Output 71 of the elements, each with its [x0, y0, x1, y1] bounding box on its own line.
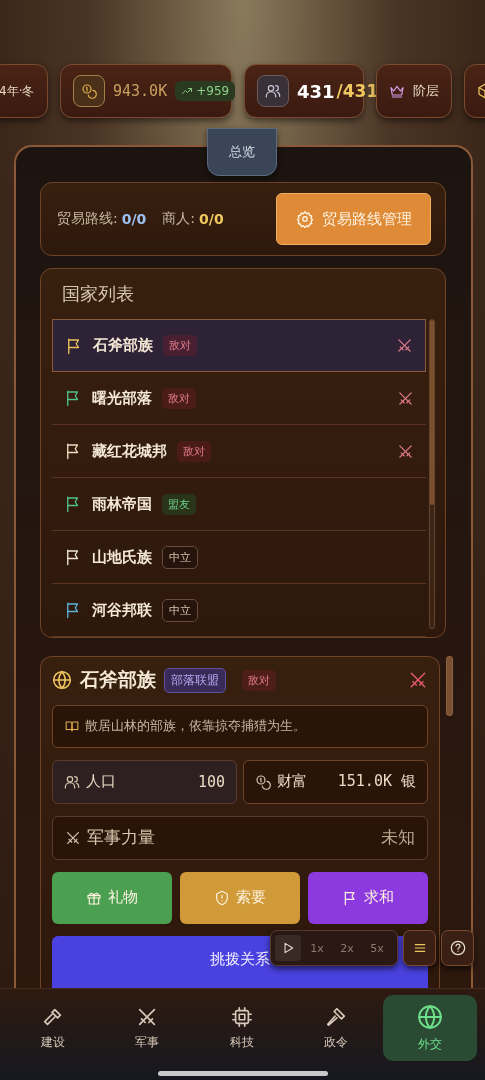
stat-value: 100 — [197, 772, 225, 791]
income-badge: +959 — [175, 81, 236, 101]
class-button[interactable]: 阶层 — [376, 64, 452, 118]
type-tag: 部落联盟 — [164, 667, 226, 693]
nation-name: 河谷邦联 — [92, 600, 152, 620]
nation-row[interactable]: 藏红花城邦 敌对 — [52, 425, 426, 478]
speed-button[interactable]: 2x — [333, 935, 361, 961]
merchants-value: 0/0 — [199, 211, 224, 227]
nation-row[interactable]: 曙光部落 敌对 — [52, 372, 426, 425]
nation-name: 石斧部族 — [93, 336, 153, 355]
nav-tab[interactable]: 建设 — [6, 995, 101, 1061]
stat-label: 财富 — [277, 772, 307, 791]
nation-name: 藏红花城邦 — [92, 441, 167, 461]
relation-tag: 敌对 — [242, 669, 276, 691]
season-label: 4年·冬 — [0, 64, 48, 118]
merchants-label: 商人: — [162, 210, 196, 228]
users-icon — [64, 773, 80, 790]
scrollbar[interactable] — [446, 656, 453, 716]
users-icon — [265, 83, 281, 99]
stat-label: 人口 — [86, 772, 116, 791]
nav-tab[interactable]: 军事 — [100, 995, 195, 1061]
population-current: 431 — [297, 80, 335, 102]
crown-icon — [389, 83, 405, 99]
description-text: 散居山林的部族，依靠掠夺捕猎为生。 — [85, 717, 306, 736]
money-value: 943.0K — [113, 82, 168, 100]
play-icon — [281, 941, 295, 955]
scrollbar[interactable] — [429, 319, 435, 629]
trend-icon — [181, 85, 194, 97]
nation-name: 曙光部落 — [92, 388, 152, 408]
nations-title: 国家列表 — [61, 282, 135, 306]
play-button[interactable] — [275, 935, 301, 961]
nation-row[interactable]: 河谷邦联 中立 — [52, 584, 426, 637]
help-icon — [449, 940, 466, 956]
nav-tab[interactable]: 外交 — [382, 995, 477, 1061]
nation-row[interactable]: 山地氏族 中立 — [52, 531, 426, 584]
nation-title: 石斧部族 — [80, 667, 156, 692]
shield-icon — [214, 889, 230, 906]
peace-button[interactable]: 求和 — [308, 871, 428, 924]
relation-tag: 敌对 — [177, 440, 211, 462]
stat-value: 151.0K 银 — [337, 772, 416, 791]
military-label: 军事力量 — [87, 826, 155, 850]
trade-routes-value: 0/0 — [121, 211, 147, 227]
relation-tag: 敌对 — [163, 335, 197, 356]
settings-icon — [295, 210, 314, 228]
speed-button[interactable]: 5x — [363, 935, 391, 961]
coins-icon — [255, 773, 271, 790]
coins-icon — [81, 83, 97, 99]
help-button[interactable] — [441, 930, 474, 966]
nation-row[interactable]: 雨林帝国 盟友 — [52, 478, 426, 531]
globe-icon — [416, 1003, 443, 1030]
relation-tag: 敌对 — [162, 387, 196, 409]
overview-tab[interactable]: 总览 — [207, 128, 277, 176]
flag-icon — [342, 889, 358, 906]
population-max: /431 — [336, 81, 379, 101]
crossed-swords-icon — [65, 829, 81, 846]
nation-name: 雨林帝国 — [92, 494, 152, 514]
menu-button[interactable] — [403, 930, 436, 966]
speed-button[interactable]: 1x — [303, 935, 331, 961]
relation-tag: 中立 — [162, 545, 198, 569]
trade-routes-label: 贸易路线: — [57, 210, 118, 228]
gavel-icon — [324, 1005, 347, 1028]
chip-icon — [230, 1005, 253, 1028]
nation-name: 山地氏族 — [92, 547, 152, 567]
book-icon — [65, 719, 79, 734]
nation-row[interactable]: 石斧部族 敌对 — [52, 319, 426, 372]
relation-tag: 中立 — [162, 598, 198, 622]
globe-icon — [52, 670, 72, 690]
military-value: 未知 — [381, 826, 415, 850]
nav-tab[interactable]: 政令 — [288, 995, 383, 1061]
nav-tab[interactable]: 科技 — [194, 995, 289, 1061]
relation-tag: 盟友 — [162, 493, 196, 515]
